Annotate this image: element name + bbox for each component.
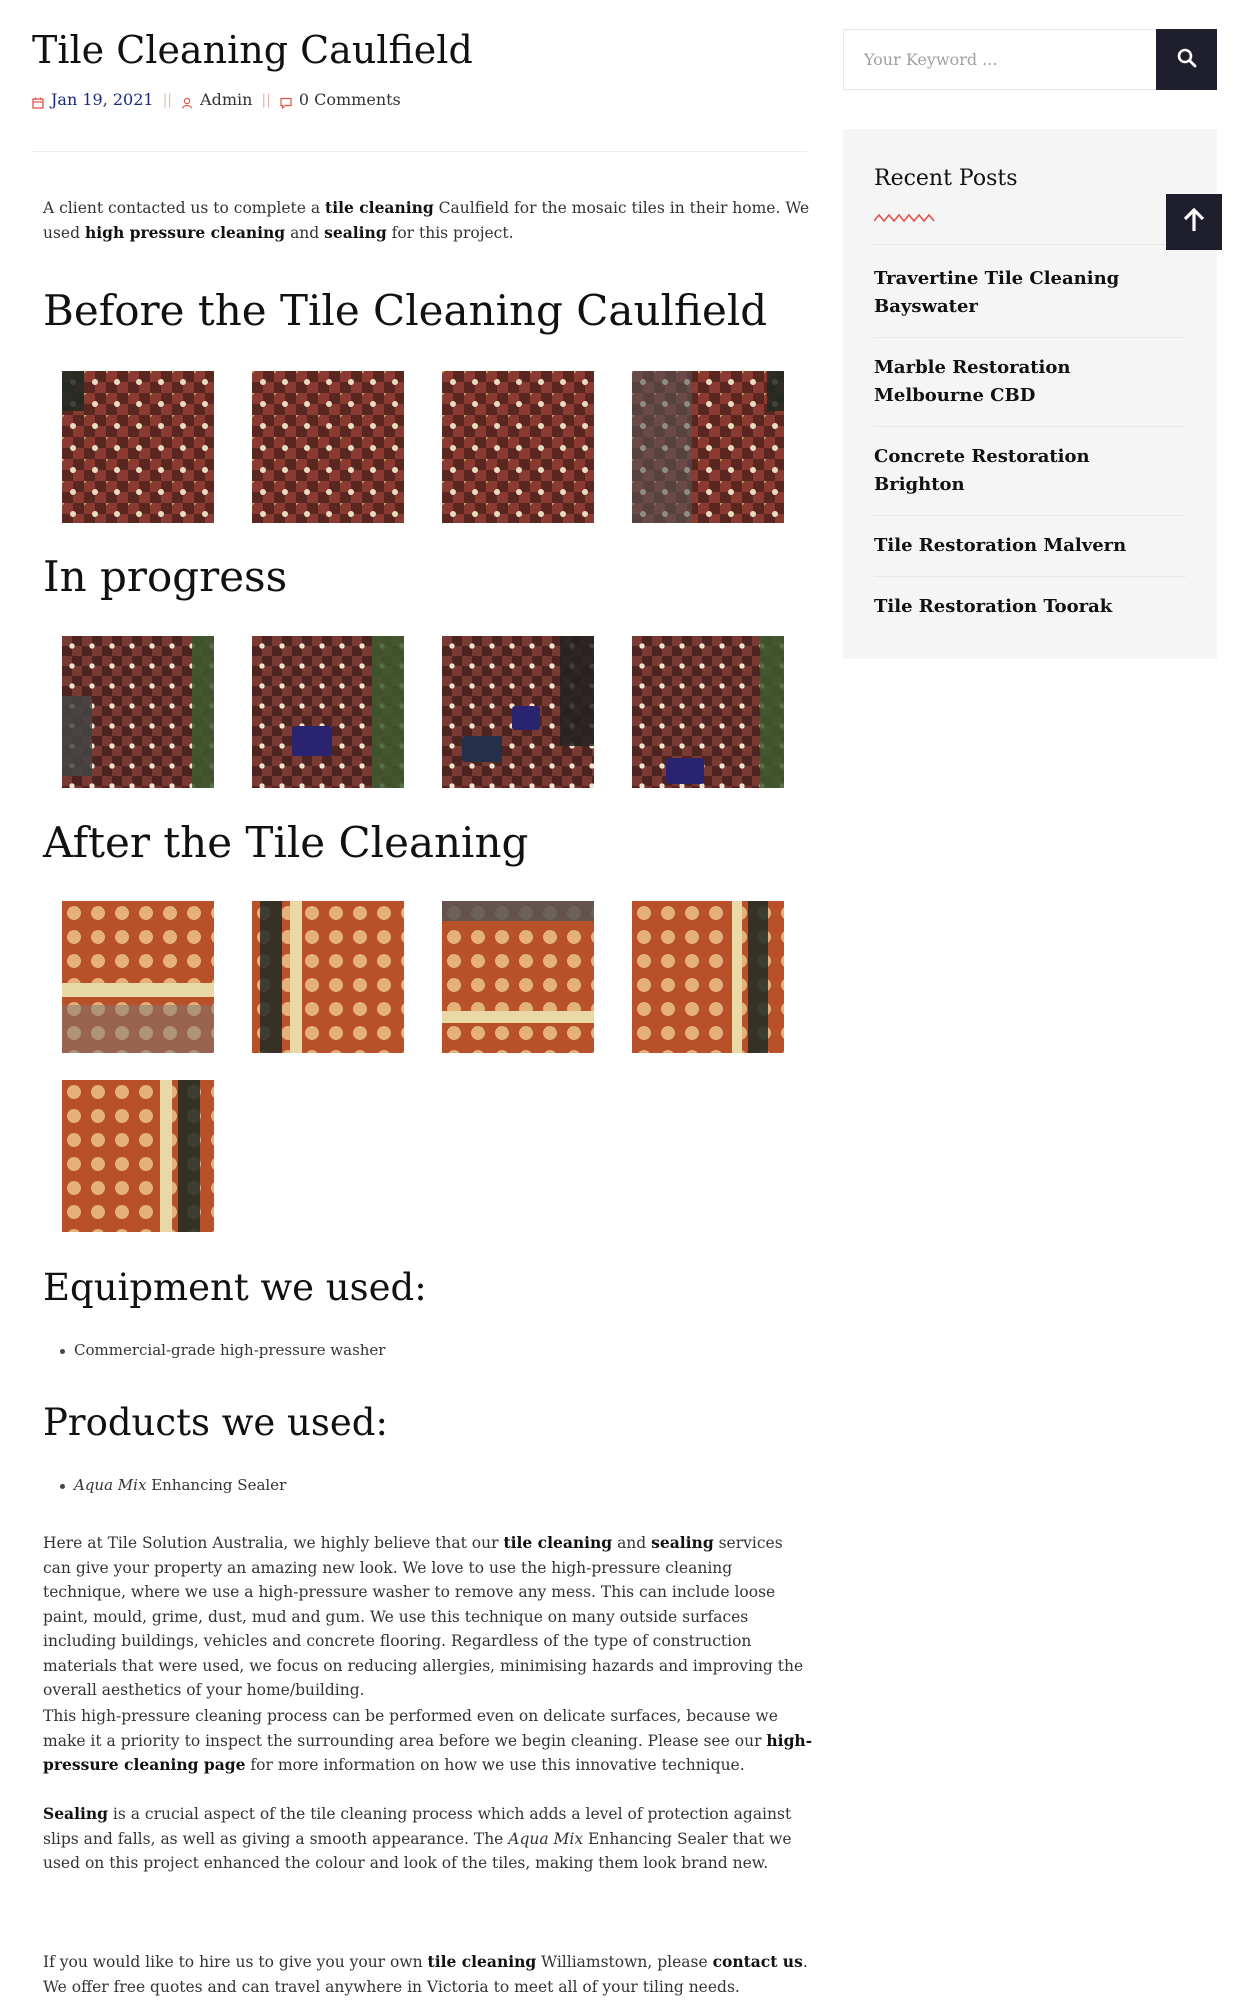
text-span: Here at Tile Solution Australia, we high…	[43, 1534, 504, 1552]
text-span: If you would like to hire us to give you…	[43, 1953, 428, 1971]
meta-separator: ||	[162, 91, 173, 108]
recent-posts-widget: Recent Posts Travertine Tile Cleaning Ba…	[843, 129, 1217, 659]
search-input[interactable]	[844, 30, 1156, 89]
bold-span: Sealing	[43, 1804, 108, 1823]
heading-after: After the Tile Cleaning	[43, 818, 529, 867]
bold-span: tile cleaning	[503, 1533, 613, 1552]
gallery-image[interactable]	[62, 1080, 214, 1232]
text-span: Williamstown, please	[536, 1953, 713, 1971]
gallery-image[interactable]	[252, 901, 404, 1053]
body-paragraph-1: Here at Tile Solution Australia, we high…	[43, 1531, 813, 1703]
gallery-image[interactable]	[442, 371, 594, 523]
gallery-image[interactable]	[632, 371, 784, 523]
text-span: and	[285, 223, 325, 242]
post-title: Tile Cleaning Caulfield	[32, 28, 473, 72]
widget-title: Recent Posts	[874, 166, 1018, 191]
bold-span: high pressure cleaning	[84, 222, 286, 242]
italic-span: Aqua Mix	[508, 1829, 584, 1848]
heading-before: Before the Tile Cleaning Caulfield	[43, 286, 768, 335]
widget-divider	[874, 244, 1186, 245]
back-to-top-button[interactable]	[1166, 194, 1222, 250]
calendar-icon	[32, 94, 44, 109]
heading-equipment: Equipment we used:	[43, 1266, 427, 1309]
bold-span: tile cleaning	[325, 198, 434, 217]
search-button[interactable]	[1156, 29, 1217, 90]
gallery-image[interactable]	[62, 371, 214, 523]
recent-post-link[interactable]: Travertine Tile Cleaning Bayswater	[874, 265, 1186, 338]
gallery-image[interactable]	[442, 636, 594, 788]
text-span: for this project.	[386, 223, 514, 242]
body-paragraph-3: Sealing is a crucial aspect of the tile …	[43, 1802, 813, 1876]
product-brand: Aqua Mix	[74, 1476, 147, 1494]
search-form	[843, 29, 1217, 90]
list-item: Aqua Mix Enhancing Sealer	[60, 1474, 286, 1496]
meta-separator: ||	[261, 91, 271, 108]
text-span: services can give your property an amazi…	[43, 1534, 804, 1699]
user-icon	[181, 94, 193, 109]
comment-icon	[280, 94, 292, 109]
text-span: and	[612, 1534, 652, 1552]
body-paragraph-2: This high-pressure cleaning process can …	[43, 1704, 813, 1778]
post-meta: Jan 19, 2021 || Admin || 0 Comments	[32, 90, 401, 109]
search-icon	[1177, 48, 1197, 72]
text-span: This high-pressure cleaning process can …	[43, 1707, 778, 1750]
contact-us-link[interactable]: contact us	[713, 1952, 803, 1971]
title-divider	[32, 151, 807, 152]
products-list: Aqua Mix Enhancing Sealer	[60, 1474, 286, 1496]
gallery-image[interactable]	[632, 636, 784, 788]
bold-span: sealing	[324, 222, 387, 242]
intro-paragraph: A client contacted us to complete a tile…	[43, 196, 813, 245]
recent-posts-list: Travertine Tile Cleaning Bayswater Marbl…	[874, 265, 1186, 653]
post-date-link[interactable]: Jan 19, 2021	[51, 90, 154, 109]
heading-in-progress: In progress	[43, 552, 288, 601]
title-underline-decoration	[873, 208, 936, 227]
list-item: Commercial-grade high-pressure washer	[60, 1339, 385, 1361]
body-paragraph-4: If you would like to hire us to give you…	[43, 1950, 813, 1999]
recent-post-link[interactable]: Marble Restoration Melbourne CBD	[874, 354, 1186, 427]
recent-post-link[interactable]: Concrete Restoration Brighton	[874, 443, 1186, 516]
gallery-image[interactable]	[252, 636, 404, 788]
gallery-image[interactable]	[62, 636, 214, 788]
product-name: Enhancing Sealer	[146, 1476, 287, 1494]
bold-span: tile cleaning	[427, 1952, 537, 1971]
bold-span: sealing	[651, 1533, 714, 1552]
gallery-image[interactable]	[632, 901, 784, 1053]
gallery-image[interactable]	[62, 901, 214, 1053]
gallery-image[interactable]	[252, 371, 404, 523]
post-author-link[interactable]: Admin	[200, 90, 252, 109]
text-span: for more information on how we use this …	[245, 1756, 745, 1774]
post-comments-link[interactable]: 0 Comments	[299, 90, 401, 109]
recent-post-link[interactable]: Tile Restoration Toorak	[874, 593, 1186, 637]
heading-products: Products we used:	[43, 1401, 388, 1444]
text-span: A client contacted us to complete a	[43, 199, 326, 217]
recent-post-link[interactable]: Tile Restoration Malvern	[874, 532, 1186, 577]
arrow-up-icon	[1182, 207, 1206, 237]
equipment-list: Commercial-grade high-pressure washer	[60, 1339, 385, 1361]
gallery-image[interactable]	[442, 901, 594, 1053]
